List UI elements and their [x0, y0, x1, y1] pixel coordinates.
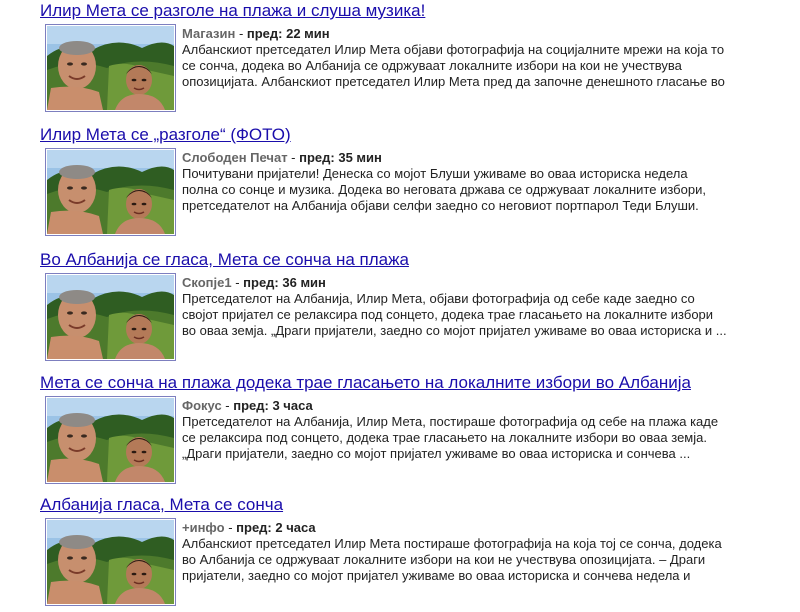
news-item: Мета се сонча на плажа додека трае гласа… [0, 372, 800, 496]
snippet: Почитувани пријатели! Денеска со мојот Б… [182, 166, 800, 214]
snippet-line: Почитувани пријатели! Денеска со мојот Б… [182, 166, 688, 181]
news-item: Албанија гласа, Мета се сонча +инфо - пре… [0, 494, 800, 612]
timestamp: пред: 35 мин [299, 150, 382, 165]
snippet-line: претседателот на Албанија објави селфи з… [182, 198, 699, 213]
timestamp: пред: 3 часа [233, 398, 313, 413]
snippet-line: Претседателот на Албанија, Илир Мета, по… [182, 414, 719, 429]
source-name: Скопје1 [182, 275, 232, 290]
photo-selfie [47, 275, 174, 359]
snippet-line: Претседателот на Албанија, Илир Мета, об… [182, 291, 695, 306]
snippet-line: во Албанија се одржуваат локалните избор… [182, 552, 706, 567]
source-name: +инфо [182, 520, 225, 535]
news-feed: Илир Мета се разголе на плажа и слуша му… [0, 0, 800, 612]
headline-link[interactable]: Мета се сонча на плажа додека трае гласа… [40, 372, 691, 394]
snippet-line: се релаксира под сонцето, додека трае гл… [182, 430, 707, 445]
news-item: Илир Мета се разголе на плажа и слуша му… [0, 0, 800, 124]
snippet-line: „Драги пријатели, заедно со мојот пријат… [182, 446, 691, 461]
snippet-line: опозицијата. Албанскиот претседател Илир… [182, 74, 725, 89]
headline-link[interactable]: Албанија гласа, Мета се сонча [40, 494, 283, 516]
photo-selfie [47, 150, 174, 234]
photo-selfie [47, 520, 174, 604]
thumbnail-image[interactable] [45, 518, 176, 606]
source-name: Слободен Печат [182, 150, 288, 165]
meta-line: Магазин - пред: 22 мин [182, 26, 330, 42]
separator: - [231, 275, 244, 290]
snippet: Албанскиот претседател Илир Мета постира… [182, 536, 800, 584]
thumbnail-image[interactable] [45, 273, 176, 361]
separator: - [224, 520, 237, 535]
headline-link[interactable]: Во Албанија се гласа, Мета се сонча на п… [40, 249, 409, 271]
thumbnail-image[interactable] [45, 24, 176, 112]
photo-selfie [47, 26, 174, 110]
separator: - [287, 150, 300, 165]
snippet-line: полна со сонце и музика. Додека во негов… [182, 182, 706, 197]
snippet-line: Албанскиот претседател Илир Мета објави … [182, 42, 725, 57]
source-name: Фокус [182, 398, 222, 413]
snippet-line: во оваа земја. „Драги пријатели, заедно … [182, 323, 727, 338]
snippet: Претседателот на Албанија, Илир Мета, по… [182, 414, 800, 462]
meta-line: Слободен Печат - пред: 35 мин [182, 150, 382, 166]
meta-line: +инфо - пред: 2 часа [182, 520, 316, 536]
snippet-line: Албанскиот претседател Илир Мета постира… [182, 536, 722, 551]
photo-selfie [47, 398, 174, 482]
timestamp: пред: 22 мин [246, 26, 330, 41]
thumbnail-image[interactable] [45, 148, 176, 236]
source-name: Магазин [182, 26, 236, 41]
news-item: Во Албанија се гласа, Мета се сонча на п… [0, 249, 800, 373]
snippet-line: својот пријател се релаксира под сонцето… [182, 307, 714, 322]
separator: - [221, 398, 234, 413]
snippet-line: пријатели, заедно со мојот пријател ужив… [182, 568, 691, 583]
snippet-line: се сонча, додека во Албанија се одржуваа… [182, 58, 682, 73]
headline-link[interactable]: Илир Мета се разголе на плажа и слуша му… [40, 0, 425, 22]
separator: - [235, 26, 247, 41]
timestamp: пред: 2 часа [236, 520, 316, 535]
news-item: Илир Мета се „разголе“ (ФОТО) Слободен Пе… [0, 124, 800, 248]
headline-link[interactable]: Илир Мета се „разголе“ (ФОТО) [40, 124, 291, 146]
thumbnail-image[interactable] [45, 396, 176, 484]
meta-line: Фокус - пред: 3 часа [182, 398, 313, 414]
timestamp: пред: 36 мин [243, 275, 326, 290]
meta-line: Скопје1 - пред: 36 мин [182, 275, 326, 291]
snippet: Претседателот на Албанија, Илир Мета, об… [182, 291, 800, 339]
snippet: Албанскиот претседател Илир Мета објави … [182, 42, 800, 90]
